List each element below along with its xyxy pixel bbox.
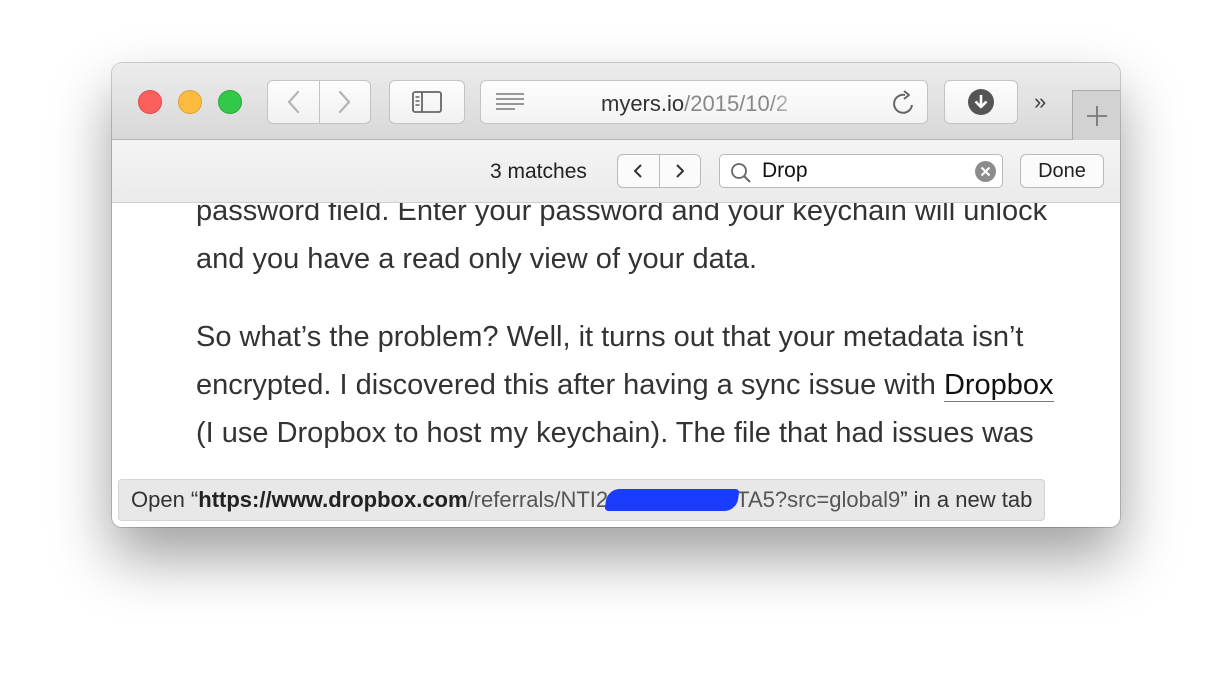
sidebar-icon xyxy=(412,91,442,113)
status-url-host: https://www.dropbox.com xyxy=(198,487,468,512)
status-prefix: Open “ xyxy=(131,487,199,512)
address-bar[interactable]: myers.io/2015/10/2 xyxy=(480,80,928,124)
search-icon xyxy=(731,163,751,183)
new-tab-button[interactable] xyxy=(1072,90,1120,140)
back-button[interactable] xyxy=(268,81,319,123)
back-forward-group xyxy=(267,80,371,124)
status-bar: Open “https://www.dropbox.com/referrals/… xyxy=(118,479,1046,521)
sidebar-toggle-button[interactable] xyxy=(389,80,465,124)
dropbox-link[interactable]: Dropbox xyxy=(943,369,1054,402)
find-matches-count: 3 matches xyxy=(490,160,587,183)
downloads-button[interactable] xyxy=(944,80,1018,124)
close-icon xyxy=(980,166,991,177)
paragraph: password field. Enter your password and … xyxy=(196,203,1048,275)
find-done-button[interactable]: Done xyxy=(1020,154,1104,188)
paragraph-text: So what’s the problem? Well, it turns ou… xyxy=(196,321,1024,401)
browser-window: myers.io/2015/10/2 » 3 matches Drop Done… xyxy=(112,63,1120,527)
find-bar: 3 matches Done xyxy=(112,140,1120,203)
chevron-left-icon xyxy=(634,164,642,178)
chevron-left-icon xyxy=(288,90,300,114)
find-previous-button[interactable] xyxy=(618,155,659,187)
download-icon xyxy=(968,89,994,115)
paragraph: So what’s the problem? Well, it turns ou… xyxy=(196,313,1056,457)
reader-view-icon[interactable] xyxy=(495,91,525,113)
find-input[interactable] xyxy=(762,158,962,184)
address-url: myers.io/2015/10/2 xyxy=(601,91,811,117)
toolbar-overflow-icon[interactable]: » xyxy=(1034,89,1046,115)
reload-icon[interactable] xyxy=(891,89,917,117)
article-body: password field. Enter your password and … xyxy=(196,203,1056,487)
status-suffix: ” in a new tab xyxy=(900,487,1033,512)
redaction-mark xyxy=(604,489,740,511)
paragraph-text: (I use Dropbox to host my keychain). The… xyxy=(196,417,1034,449)
toolbar: myers.io/2015/10/2 » xyxy=(112,63,1120,140)
url-host: myers.io xyxy=(601,91,685,116)
chevron-right-icon xyxy=(676,164,684,178)
close-window-button[interactable] xyxy=(138,90,162,114)
clear-search-button[interactable] xyxy=(975,161,996,182)
page-content: password field. Enter your password and … xyxy=(112,203,1120,527)
status-url-path-end: TA5?src=global9 xyxy=(736,487,901,512)
zoom-window-button[interactable] xyxy=(218,90,242,114)
minimize-window-button[interactable] xyxy=(178,90,202,114)
find-search-field xyxy=(719,154,1003,188)
status-url-path: /referrals/NTI2 xyxy=(467,487,609,512)
forward-button[interactable] xyxy=(319,81,370,123)
find-next-button[interactable] xyxy=(659,155,700,187)
plus-icon xyxy=(1086,105,1107,126)
find-navigation xyxy=(617,154,701,188)
url-path: /2015/10/2 xyxy=(684,91,789,116)
chevron-right-icon xyxy=(338,90,350,114)
